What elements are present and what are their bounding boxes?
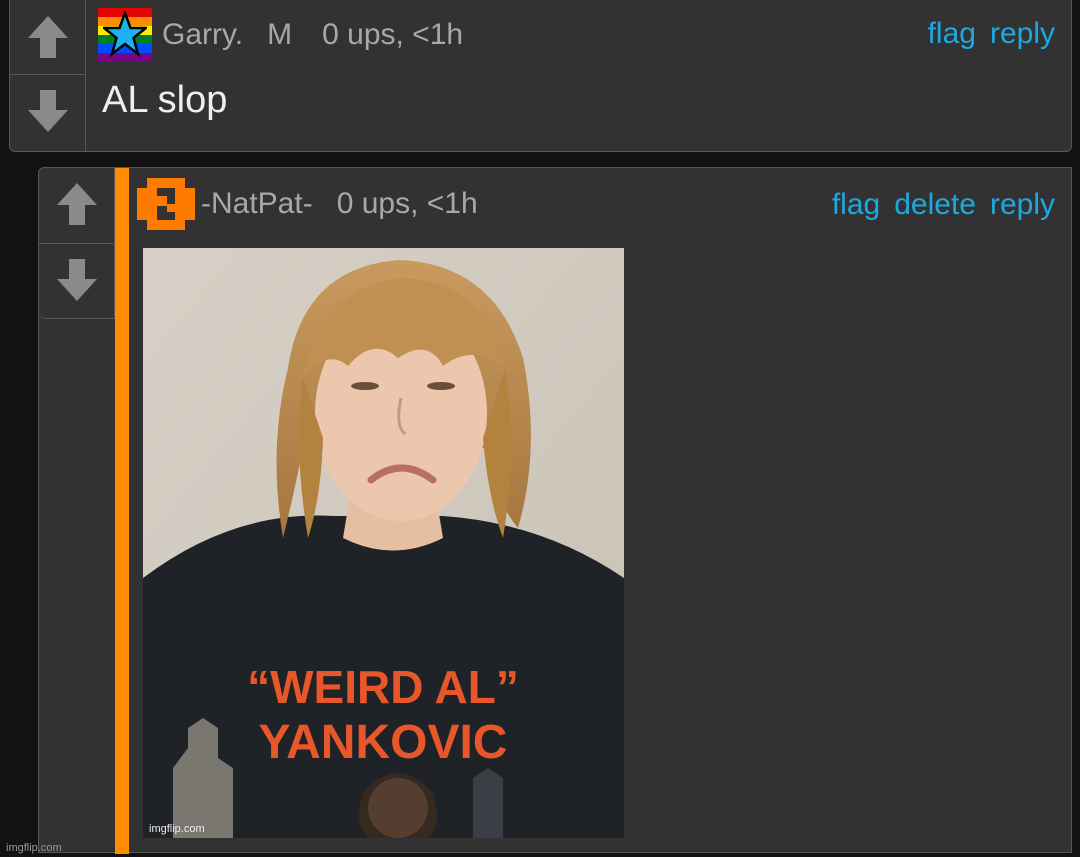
flag-link[interactable]: flag — [928, 17, 976, 51]
arrow-up-icon — [27, 16, 68, 58]
shirt-print-line1: “WEIRD AL” — [247, 661, 519, 713]
rainbow-flag-star-icon[interactable] — [98, 8, 152, 62]
downvote-button[interactable] — [10, 75, 85, 147]
selfie-illustration: “WEIRD AL” YANKOVIC imgflip.com — [143, 248, 624, 838]
comment-actions: flag delete reply — [832, 188, 1055, 222]
reply-link[interactable]: reply — [990, 188, 1055, 222]
comment-meta: -NatPat- 0 ups, <1h — [137, 178, 478, 230]
reply-link[interactable]: reply — [990, 17, 1055, 51]
user-badge: M — [267, 18, 293, 51]
comment-actions: flag reply — [928, 17, 1055, 51]
shirt-print-line2: YANKOVIC — [259, 716, 508, 769]
downvote-button[interactable] — [39, 244, 114, 316]
site-watermark: imgflip.com — [6, 842, 62, 854]
comment-garry: Garry. M 0 ups, <1h flag reply AL slop — [9, 0, 1072, 152]
username[interactable]: Garry. — [162, 18, 243, 52]
vote-column — [10, 0, 86, 151]
ups-timestamp: 0 ups, <1h — [336, 187, 478, 220]
orange-pixel-logo-icon[interactable] — [137, 178, 195, 230]
arrow-up-icon — [56, 183, 97, 225]
comment-meta: Garry. M 0 ups, <1h — [98, 7, 463, 63]
username[interactable]: -NatPat- — [201, 187, 313, 221]
comment-natpat: -NatPat- 0 ups, <1h flag delete reply “W… — [38, 167, 1072, 854]
flag-link[interactable]: flag — [832, 188, 880, 222]
arrow-down-icon — [27, 90, 68, 132]
ups-timestamp: 0 ups, <1h — [322, 18, 464, 51]
arrow-down-icon — [56, 259, 97, 301]
vote-column — [39, 168, 115, 319]
comment-text: AL slop — [102, 79, 228, 121]
upvote-button[interactable] — [39, 168, 114, 240]
delete-link[interactable]: delete — [894, 188, 976, 222]
attached-photo[interactable]: “WEIRD AL” YANKOVIC imgflip.com — [143, 248, 624, 838]
image-watermark: imgflip.com — [149, 823, 205, 835]
reply-indent-stripe — [115, 168, 129, 854]
upvote-button[interactable] — [10, 1, 85, 73]
